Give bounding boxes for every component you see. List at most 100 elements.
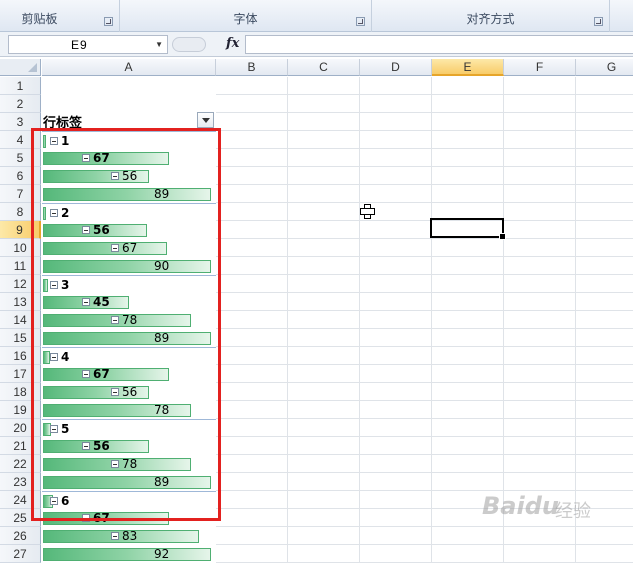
collapse-icon[interactable] xyxy=(111,532,119,540)
cell[interactable] xyxy=(432,545,504,563)
column-header-d[interactable]: D xyxy=(360,59,432,76)
cell[interactable] xyxy=(504,311,576,329)
cell[interactable] xyxy=(432,293,504,311)
cell[interactable] xyxy=(504,77,576,95)
cell[interactable] xyxy=(216,419,288,437)
cell[interactable] xyxy=(576,77,633,95)
row-header-1[interactable]: 1 xyxy=(0,77,41,95)
cell[interactable] xyxy=(576,365,633,383)
cell[interactable] xyxy=(288,383,360,401)
cell[interactable] xyxy=(216,365,288,383)
column-header-a[interactable]: A xyxy=(42,59,216,76)
cell[interactable] xyxy=(288,365,360,383)
cell[interactable] xyxy=(288,167,360,185)
cell[interactable] xyxy=(432,401,504,419)
cell[interactable] xyxy=(504,239,576,257)
cell[interactable] xyxy=(216,383,288,401)
cell[interactable] xyxy=(216,95,288,113)
pivot-value-row[interactable]: 92 xyxy=(42,545,216,563)
dialog-launcher-icon[interactable] xyxy=(356,17,365,26)
cell[interactable] xyxy=(216,455,288,473)
cell[interactable] xyxy=(504,221,576,239)
cell[interactable] xyxy=(576,275,633,293)
cell[interactable] xyxy=(216,311,288,329)
formula-bar-expand-handle[interactable] xyxy=(172,37,206,52)
cell[interactable] xyxy=(504,329,576,347)
column-header-g[interactable]: G xyxy=(576,59,633,76)
cell[interactable] xyxy=(360,347,432,365)
cell[interactable] xyxy=(576,473,633,491)
cell[interactable] xyxy=(216,113,288,131)
row-header-27[interactable]: 27 xyxy=(0,545,41,563)
cell[interactable] xyxy=(216,185,288,203)
dialog-launcher-icon[interactable] xyxy=(104,17,113,26)
cell[interactable] xyxy=(216,203,288,221)
cell[interactable] xyxy=(504,167,576,185)
insert-function-icon[interactable]: fx xyxy=(226,36,239,51)
cell[interactable] xyxy=(576,257,633,275)
cell[interactable] xyxy=(576,527,633,545)
cell[interactable] xyxy=(360,311,432,329)
cell[interactable] xyxy=(216,77,288,95)
cell[interactable] xyxy=(288,419,360,437)
cell[interactable] xyxy=(504,473,576,491)
cell[interactable] xyxy=(360,167,432,185)
cell[interactable] xyxy=(360,95,432,113)
cell[interactable] xyxy=(504,455,576,473)
cell[interactable] xyxy=(504,401,576,419)
cell[interactable] xyxy=(360,473,432,491)
cell[interactable] xyxy=(288,221,360,239)
cell[interactable] xyxy=(432,473,504,491)
cell[interactable] xyxy=(216,401,288,419)
cell[interactable] xyxy=(432,113,504,131)
cell[interactable] xyxy=(216,239,288,257)
cell[interactable] xyxy=(216,149,288,167)
cell[interactable] xyxy=(504,275,576,293)
cell[interactable] xyxy=(216,221,288,239)
cell[interactable] xyxy=(288,473,360,491)
cell[interactable] xyxy=(432,437,504,455)
cell[interactable] xyxy=(216,131,288,149)
cell[interactable] xyxy=(576,383,633,401)
cell[interactable] xyxy=(216,527,288,545)
cell[interactable] xyxy=(288,545,360,563)
cell[interactable] xyxy=(504,527,576,545)
cell[interactable] xyxy=(216,275,288,293)
cell[interactable] xyxy=(432,365,504,383)
cell[interactable] xyxy=(504,149,576,167)
cell[interactable] xyxy=(360,419,432,437)
cell[interactable] xyxy=(216,257,288,275)
column-header-b[interactable]: B xyxy=(216,59,288,76)
cell[interactable] xyxy=(504,437,576,455)
column-header-c[interactable]: C xyxy=(288,59,360,76)
cell[interactable] xyxy=(288,347,360,365)
cell[interactable] xyxy=(504,383,576,401)
cell[interactable] xyxy=(504,419,576,437)
cell[interactable] xyxy=(216,509,288,527)
cell[interactable] xyxy=(504,131,576,149)
row-header-26[interactable]: 26 xyxy=(0,527,41,545)
cell[interactable] xyxy=(576,167,633,185)
cell[interactable] xyxy=(576,95,633,113)
cell[interactable] xyxy=(576,329,633,347)
cell[interactable] xyxy=(504,95,576,113)
cell[interactable] xyxy=(504,293,576,311)
cell[interactable] xyxy=(288,455,360,473)
cell[interactable] xyxy=(360,293,432,311)
cell[interactable] xyxy=(432,185,504,203)
cell[interactable] xyxy=(216,293,288,311)
cell[interactable] xyxy=(288,77,360,95)
cell[interactable] xyxy=(432,527,504,545)
name-box[interactable]: E9 ▼ xyxy=(8,35,168,54)
cell[interactable] xyxy=(432,419,504,437)
cell[interactable] xyxy=(576,437,633,455)
column-header-e[interactable]: E xyxy=(432,59,504,76)
cell[interactable] xyxy=(360,77,432,95)
cell[interactable] xyxy=(216,347,288,365)
dialog-launcher-icon[interactable] xyxy=(594,17,603,26)
cell[interactable] xyxy=(288,491,360,509)
cell[interactable] xyxy=(216,491,288,509)
cell[interactable] xyxy=(576,545,633,563)
cell[interactable] xyxy=(360,455,432,473)
chevron-down-icon[interactable]: ▼ xyxy=(155,40,163,49)
